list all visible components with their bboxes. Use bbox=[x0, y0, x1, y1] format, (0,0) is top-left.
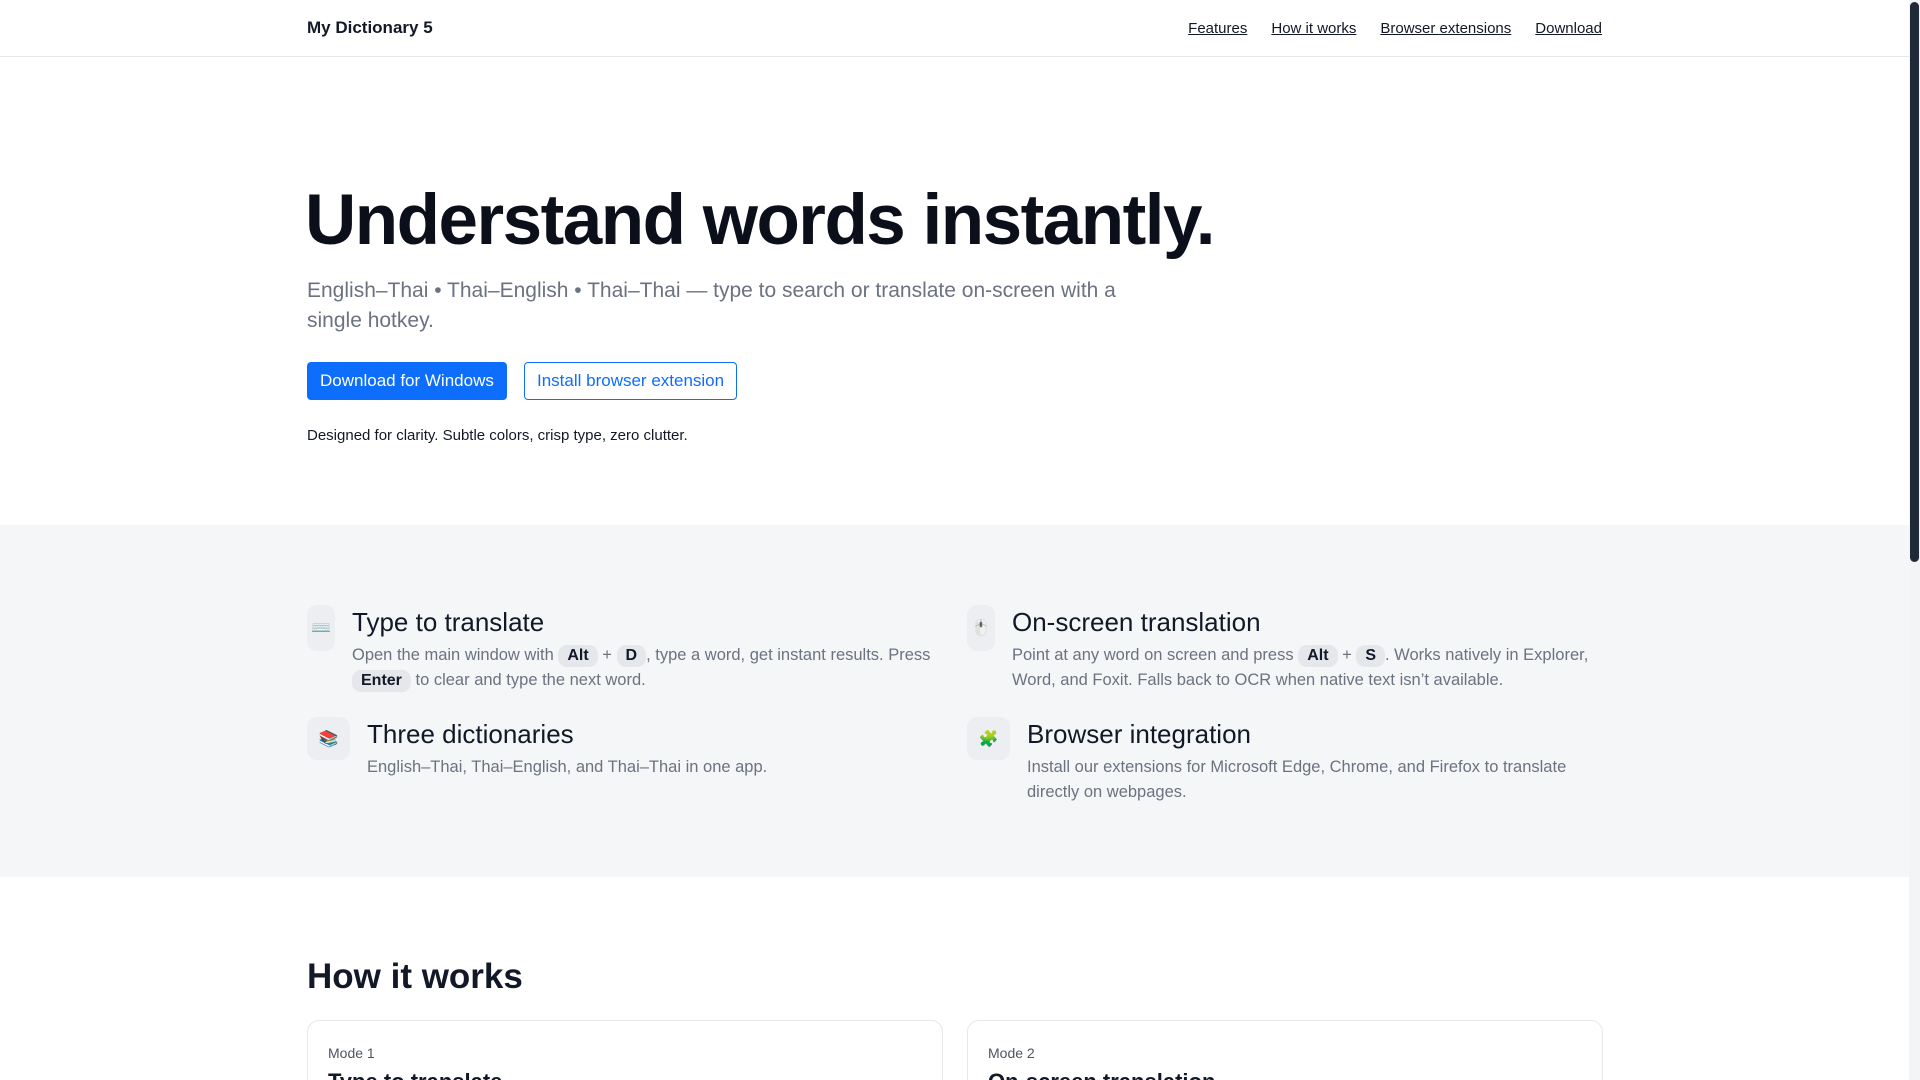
mouse-icon: 🖱️ bbox=[967, 605, 995, 651]
feature-title: Three dictionaries bbox=[367, 719, 574, 749]
nav-link-how-it-works[interactable]: How it works bbox=[1271, 20, 1356, 37]
scrollbar-thumb[interactable] bbox=[1910, 2, 1919, 562]
mode-card-2: Mode 2 On-screen translation bbox=[967, 1020, 1603, 1080]
feature-text: Open the main window with bbox=[352, 646, 554, 664]
kbd-d: D bbox=[616, 645, 647, 667]
books-icon: 📚 bbox=[307, 717, 350, 760]
feature-title: On-screen translation bbox=[1012, 607, 1261, 637]
mode-title: Type to translate bbox=[328, 1069, 502, 1080]
mode-label: Mode 2 bbox=[988, 1045, 1035, 1061]
kbd-plus: + bbox=[602, 646, 612, 664]
feature-text: Point at any word on screen and press bbox=[1012, 646, 1294, 664]
nav-link-features[interactable]: Features bbox=[1188, 20, 1247, 37]
hero-tagline: Designed for clarity. Subtle colors, cri… bbox=[307, 427, 688, 444]
feature-on-screen-translation: 🖱️ On-screen translation Point at any wo… bbox=[967, 605, 1607, 693]
feature-text: , type a word, get instant results. Pres… bbox=[646, 646, 931, 664]
nav-link-browser-extensions[interactable]: Browser extensions bbox=[1380, 20, 1511, 37]
main-nav: Features How it works Browser extensions… bbox=[1188, 20, 1602, 37]
feature-title: Type to translate bbox=[352, 607, 545, 637]
keyboard-icon: ⌨️ bbox=[307, 605, 335, 651]
feature-text: to clear and type the next word. bbox=[415, 671, 646, 689]
feature-description: Open the main window with Alt + D, type … bbox=[352, 643, 947, 693]
kbd-enter: Enter bbox=[352, 670, 411, 692]
mode-card-1: Mode 1 Type to translate bbox=[307, 1020, 943, 1080]
kbd-s: S bbox=[1356, 645, 1386, 667]
feature-title: Browser integration bbox=[1027, 719, 1251, 749]
install-extension-button[interactable]: Install browser extension bbox=[524, 362, 738, 400]
feature-description: English–Thai, Thai–English, and Thai–Tha… bbox=[367, 758, 768, 776]
nav-link-download[interactable]: Download bbox=[1535, 20, 1602, 37]
mode-label: Mode 1 bbox=[328, 1045, 375, 1061]
feature-description: Install our extensions for Microsoft Edg… bbox=[1027, 758, 1567, 801]
kbd-plus: + bbox=[1342, 646, 1352, 664]
feature-browser-integration: 🧩 Browser integration Install our extens… bbox=[967, 717, 1607, 805]
how-it-works-title: How it works bbox=[307, 957, 523, 996]
kbd-alt: Alt bbox=[558, 645, 598, 667]
kbd-alt: Alt bbox=[1298, 645, 1338, 667]
brand-logo-text[interactable]: My Dictionary 5 bbox=[307, 18, 433, 38]
mode-title: On-screen translation bbox=[988, 1069, 1215, 1080]
puzzle-icon: 🧩 bbox=[967, 717, 1010, 760]
hero-title: Understand words instantly. bbox=[305, 181, 1215, 260]
download-windows-button[interactable]: Download for Windows bbox=[307, 362, 507, 400]
hero-subtitle: English–Thai • Thai–English • Thai–Thai … bbox=[307, 279, 1116, 332]
top-navbar: My Dictionary 5 Features How it works Br… bbox=[0, 0, 1909, 57]
feature-description: Point at any word on screen and press Al… bbox=[1012, 643, 1607, 693]
feature-three-dictionaries: 📚 Three dictionaries English–Thai, Thai–… bbox=[307, 717, 947, 780]
page-scrollbar[interactable] bbox=[1909, 0, 1920, 1080]
features-section: ⌨️ Type to translate Open the main windo… bbox=[0, 525, 1909, 877]
feature-type-to-translate: ⌨️ Type to translate Open the main windo… bbox=[307, 605, 947, 693]
